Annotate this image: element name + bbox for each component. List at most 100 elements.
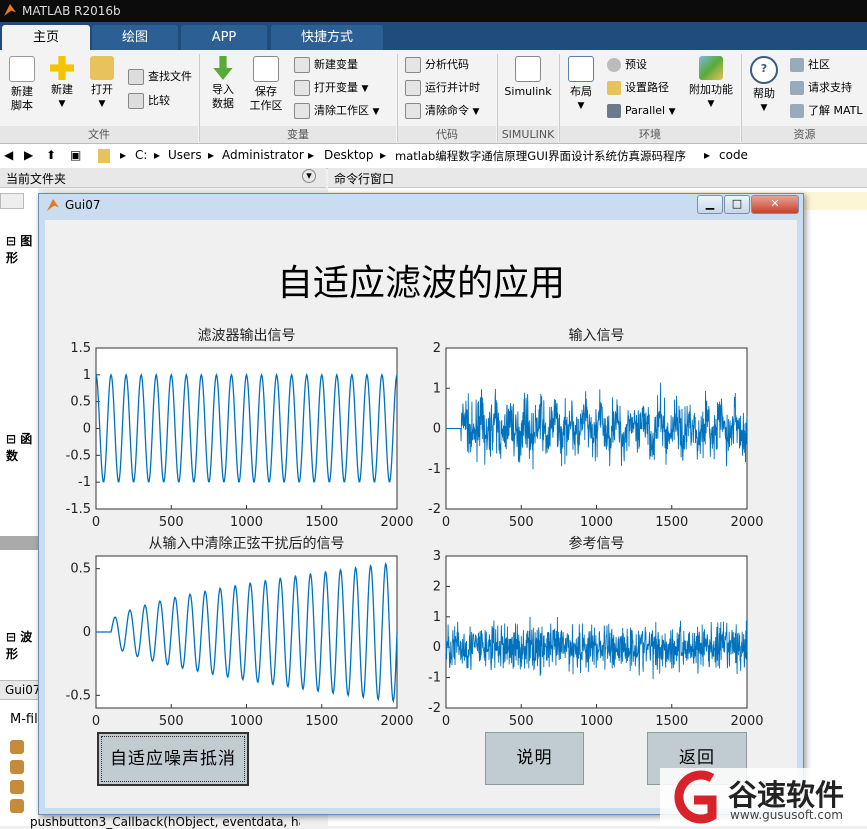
tab-shortcuts[interactable]: 快捷方式 bbox=[271, 25, 383, 50]
axis-title: 输入信号 bbox=[569, 328, 625, 344]
folder-icon bbox=[90, 56, 114, 80]
addons-button[interactable]: 附加功能 ▼ bbox=[688, 56, 734, 111]
set-path-button[interactable]: 设置路径 bbox=[607, 79, 669, 97]
y-tick-label: 1 bbox=[433, 381, 441, 396]
minimize-button[interactable]: ▁ bbox=[697, 195, 723, 214]
save-workspace-button[interactable]: 保存 工作区 bbox=[246, 56, 286, 113]
learn-matlab-button[interactable]: 了解 MATL bbox=[790, 102, 863, 120]
current-folder-header: 当前文件夹 ▾ bbox=[0, 168, 326, 188]
y-tick-label: 3 bbox=[433, 549, 441, 564]
clear-workspace-icon bbox=[294, 103, 310, 119]
simulink-button[interactable]: Simulink bbox=[502, 56, 554, 99]
breadcrumb-sep: ▸ bbox=[208, 148, 215, 162]
find-files-button[interactable]: 查找文件 bbox=[128, 68, 192, 86]
breadcrumb-item[interactable]: code bbox=[719, 148, 748, 162]
ribbon-tabs: 主页 绘图 APP 快捷方式 bbox=[0, 22, 867, 50]
layout-button[interactable]: 布局 ▼ bbox=[564, 56, 598, 113]
adaptive-noise-cancel-button[interactable]: 自适应噪声抵消 bbox=[97, 732, 249, 786]
tab-plots[interactable]: 绘图 bbox=[92, 25, 178, 50]
y-tick-label: -0.5 bbox=[66, 448, 91, 463]
open-variable-button[interactable]: 打开变量 ▼ bbox=[294, 79, 368, 97]
x-tick-label: 2000 bbox=[380, 714, 413, 729]
matlab-figure-icon bbox=[47, 199, 59, 211]
folder-item[interactable]: ⊟ 图形 bbox=[6, 232, 38, 266]
x-tick-label: 2000 bbox=[730, 714, 763, 729]
request-support-icon bbox=[790, 81, 804, 95]
up-folder-icon[interactable]: ⬆ bbox=[46, 148, 56, 162]
addons-icon bbox=[699, 56, 723, 80]
y-tick-label: -1 bbox=[78, 475, 91, 490]
matlab-logo-icon bbox=[4, 4, 16, 16]
group-variable: 变量 bbox=[200, 126, 396, 143]
command-window-title: 命令行窗口 bbox=[334, 172, 395, 186]
chevron-down-icon: ▼ bbox=[472, 107, 480, 117]
y-tick-label: 0 bbox=[83, 625, 91, 640]
y-tick-label: 1 bbox=[433, 610, 441, 625]
tab-home[interactable]: 主页 bbox=[2, 25, 90, 50]
gui-titlebar: Gui07 ▁ □ ✕ bbox=[39, 194, 803, 216]
breadcrumb-item[interactable]: Desktop bbox=[324, 148, 374, 162]
clear-commands-button[interactable]: 清除命令 ▼ bbox=[405, 102, 479, 120]
help-button[interactable]: ? 帮助 ▼ bbox=[748, 56, 780, 115]
maximize-button[interactable]: □ bbox=[724, 195, 750, 214]
preferences-button[interactable]: 预设 bbox=[607, 56, 647, 74]
x-tick-label: 0 bbox=[92, 714, 100, 729]
function-icon bbox=[10, 780, 24, 794]
breadcrumb-item[interactable]: C: bbox=[135, 148, 147, 162]
x-tick-label: 500 bbox=[159, 714, 184, 729]
x-tick-label: 1500 bbox=[305, 515, 338, 530]
watermark: 谷速软件 www.gususoft.com bbox=[660, 768, 867, 826]
forward-icon[interactable]: ▶ bbox=[24, 148, 33, 162]
current-folder-title: 当前文件夹 bbox=[6, 172, 67, 186]
analyze-code-icon bbox=[405, 57, 421, 73]
breadcrumb-sep: ▸ bbox=[308, 148, 315, 162]
function-icon bbox=[10, 760, 24, 774]
minimize-icon: ▁ bbox=[705, 197, 715, 210]
new-script-button[interactable]: 新建 脚本 bbox=[4, 56, 40, 113]
open-button[interactable]: 打开 ▼ bbox=[84, 56, 120, 111]
run-and-time-button[interactable]: 运行并计时 bbox=[405, 79, 480, 97]
close-button[interactable]: ✕ bbox=[751, 195, 799, 214]
y-tick-label: 2 bbox=[433, 341, 441, 356]
back-icon[interactable]: ◀ bbox=[4, 148, 13, 162]
request-support-button[interactable]: 请求支持 bbox=[790, 79, 852, 97]
breadcrumb-item[interactable]: Users bbox=[168, 148, 202, 162]
file-icon bbox=[0, 193, 24, 209]
browse-folder-icon[interactable]: ▣ bbox=[70, 148, 81, 162]
chevron-down-icon: ▼ bbox=[361, 84, 369, 94]
x-tick-label: 1500 bbox=[655, 714, 688, 729]
folder-icon bbox=[98, 149, 110, 163]
folder-item[interactable]: ⊟ 波形 bbox=[6, 628, 38, 662]
y-tick-label: -0.5 bbox=[66, 688, 91, 703]
compare-button[interactable]: 比较 bbox=[128, 92, 170, 110]
new-script-icon bbox=[9, 56, 35, 82]
community-button[interactable]: 社区 bbox=[790, 56, 830, 74]
axis-title: 滤波器输出信号 bbox=[198, 328, 296, 344]
tab-apps[interactable]: APP bbox=[181, 25, 267, 50]
import-arrow-icon bbox=[213, 56, 233, 80]
maximize-icon: □ bbox=[731, 197, 743, 210]
explain-button[interactable]: 说明 bbox=[485, 732, 584, 785]
breadcrumb-item[interactable]: Administrator bbox=[222, 148, 304, 162]
x-tick-label: 500 bbox=[509, 714, 534, 729]
import-data-button[interactable]: 导入 数据 bbox=[205, 56, 241, 111]
folder-item[interactable]: ⊟ 函数 bbox=[6, 430, 38, 464]
analyze-code-button[interactable]: 分析代码 bbox=[405, 56, 469, 74]
y-tick-label: -2 bbox=[428, 502, 441, 517]
panel-menu-icon[interactable]: ▾ bbox=[302, 169, 316, 183]
gui-window-title: Gui07 bbox=[65, 198, 101, 212]
clear-workspace-button[interactable]: 清除工作区 ▼ bbox=[294, 102, 379, 120]
y-tick-label: -1.5 bbox=[66, 502, 91, 517]
x-tick-label: 1000 bbox=[580, 515, 613, 530]
x-tick-label: 1500 bbox=[305, 714, 338, 729]
new-button[interactable]: 新建 ▼ bbox=[44, 56, 80, 111]
new-variable-button[interactable]: 新建变量 bbox=[294, 56, 358, 74]
chevron-down-icon: ▼ bbox=[98, 99, 106, 109]
x-tick-label: 1000 bbox=[230, 714, 263, 729]
community-icon bbox=[790, 58, 804, 72]
x-tick-label: 2000 bbox=[730, 515, 763, 530]
parallel-button[interactable]: Parallel ▼ bbox=[607, 102, 676, 120]
clear-commands-icon bbox=[405, 103, 421, 119]
breadcrumb-item[interactable]: matlab编程数字通信原理GUI界面设计系统仿真源码程序 bbox=[395, 148, 686, 164]
chevron-down-icon: ▼ bbox=[58, 99, 66, 109]
